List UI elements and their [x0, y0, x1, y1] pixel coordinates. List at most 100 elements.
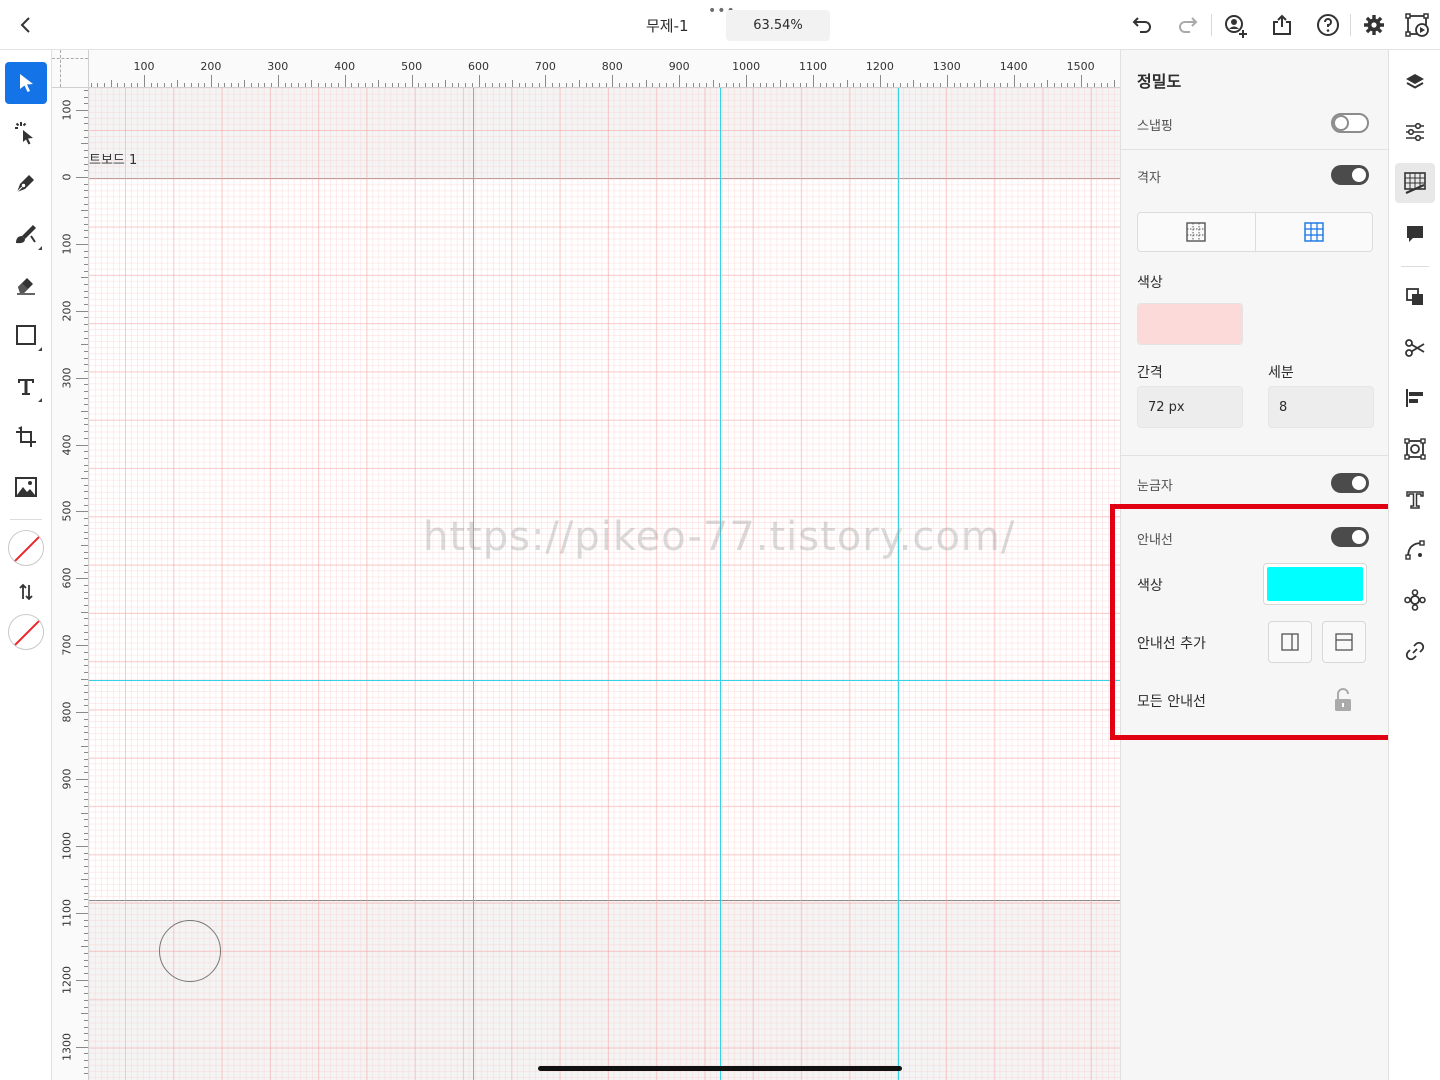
ruler-tick: [123, 83, 125, 87]
horizontal-guide[interactable]: [89, 680, 1120, 681]
ruler-tick: [150, 83, 152, 87]
prototype-mode-icon[interactable]: [1405, 13, 1429, 37]
grid-spacing-field[interactable]: 72 px: [1137, 386, 1243, 428]
ruler-tick: [317, 83, 319, 87]
snapping-toggle[interactable]: [1331, 113, 1369, 133]
square-grid-button[interactable]: [1138, 213, 1255, 251]
arrow-cursor-icon: [20, 74, 33, 92]
shape-tool[interactable]: [5, 314, 47, 356]
ruler-tick: [81, 1013, 88, 1015]
arrange-icon[interactable]: [1395, 277, 1435, 317]
rectangle-icon: [16, 325, 36, 345]
select-tool[interactable]: [5, 62, 47, 104]
ruler-tick: [84, 758, 88, 760]
ruler-tick: [84, 866, 88, 867]
properties-sliders-icon[interactable]: [1395, 112, 1435, 152]
grid-subdivision-field[interactable]: 8: [1268, 386, 1374, 428]
ruler-tick: [351, 83, 353, 87]
home-indicator: [538, 1066, 902, 1071]
ruler-tick: [84, 518, 88, 520]
plugins-icon[interactable]: [1395, 580, 1435, 620]
horizontal-ruler[interactable]: 100 200 300 400 500 600 700 800 900 1000 1100 1200 1…: [89, 50, 1120, 88]
path-curve-icon[interactable]: [1395, 530, 1435, 570]
grid-color-swatch[interactable]: [1137, 303, 1243, 345]
left-toolbar: [0, 50, 52, 1080]
ruler-tick: [873, 83, 875, 87]
pen-tool[interactable]: [5, 162, 47, 204]
text-style-icon[interactable]: [1395, 480, 1435, 520]
vertical-guide[interactable]: [473, 88, 474, 1080]
ruler-h-label: 200: [200, 60, 222, 73]
canvas[interactable]: 트보드 1 https://pikeo-77.tistory.com/: [89, 88, 1120, 1080]
precision-grid-icon[interactable]: [1395, 163, 1435, 203]
ruler-tick: [1020, 83, 1022, 87]
ruler-tick: [552, 83, 554, 87]
stroke-color-swatch[interactable]: [8, 614, 44, 650]
ruler-tick: [772, 83, 774, 87]
layers-icon[interactable]: [1395, 62, 1435, 102]
ruler-tick: [84, 357, 88, 359]
grid-toggle[interactable]: [1331, 165, 1369, 185]
square-grid-icon: [1186, 222, 1206, 242]
ruler-tick: [1087, 83, 1089, 87]
fill-color-swatch[interactable]: [8, 530, 44, 566]
ruler-tick: [84, 89, 88, 91]
ruler-tick: [471, 83, 473, 87]
ruler-tick: [786, 83, 788, 87]
repeat-grid-icon[interactable]: [1395, 429, 1435, 469]
ruler-tick: [1000, 83, 1002, 87]
ruler-tick: [84, 752, 88, 754]
undo-icon[interactable]: [1130, 13, 1154, 37]
ruler-tick: [144, 75, 145, 87]
eraser-tool[interactable]: [5, 263, 47, 305]
ruler-tick: [84, 437, 88, 439]
ruler-tick: [84, 564, 88, 566]
transform-tool[interactable]: [5, 416, 47, 458]
ruler-tick: [920, 83, 921, 87]
vertical-guide[interactable]: [720, 88, 721, 1080]
text-tool[interactable]: [5, 365, 47, 407]
comments-icon[interactable]: [1395, 214, 1435, 254]
ruler-tick: [76, 712, 88, 714]
ruler-v-label: 1100: [60, 898, 74, 927]
link-icon[interactable]: [1395, 631, 1435, 671]
ruler-tick: [84, 203, 88, 205]
ruler-tick: [84, 598, 88, 600]
ruler-tick: [331, 83, 333, 87]
ruler-tick: [1047, 80, 1049, 87]
vertical-guide[interactable]: [898, 88, 899, 1080]
document-title[interactable]: 무제-1: [646, 15, 689, 36]
invite-user-icon[interactable]: [1223, 13, 1247, 38]
swap-colors-button[interactable]: [5, 571, 47, 613]
ruler-origin[interactable]: [52, 50, 89, 88]
ruler-tick: [598, 83, 600, 87]
ruler-tick: [84, 625, 88, 627]
ruler-h-label: 1300: [932, 60, 961, 73]
scissors-icon[interactable]: [1395, 328, 1435, 368]
brush-tool[interactable]: [5, 213, 47, 255]
ruler-tick: [665, 83, 667, 87]
artboard-label[interactable]: 트보드 1: [89, 149, 137, 168]
zoom-level[interactable]: 63.54%: [726, 10, 830, 41]
ruler-tick: [900, 83, 901, 87]
ruler-tick: [84, 304, 88, 305]
ruler-tick: [291, 83, 293, 87]
magic-select-tool[interactable]: [5, 112, 47, 154]
image-tool[interactable]: [5, 466, 47, 508]
ruler-tick: [81, 210, 88, 212]
ruler-tick: [679, 75, 681, 87]
settings-gear-icon[interactable]: [1362, 13, 1386, 37]
ruler-tick: [81, 611, 88, 613]
help-icon[interactable]: [1316, 13, 1340, 37]
circle-shape[interactable]: [159, 920, 221, 982]
ruler-tick: [81, 946, 88, 948]
ruler-tick: [76, 176, 88, 178]
back-chevron-icon[interactable]: [14, 13, 38, 37]
layout-grid-button[interactable]: [1254, 213, 1373, 251]
rulers-toggle[interactable]: [1331, 473, 1369, 493]
align-left-icon[interactable]: [1395, 378, 1435, 418]
vertical-ruler[interactable]: 100 0 100 200 300 400 500 600 700 800 900 1000 1100 1…: [52, 88, 89, 1080]
share-icon[interactable]: [1270, 13, 1294, 37]
redo-icon[interactable]: [1176, 13, 1200, 37]
ruler-tick: [84, 451, 88, 453]
